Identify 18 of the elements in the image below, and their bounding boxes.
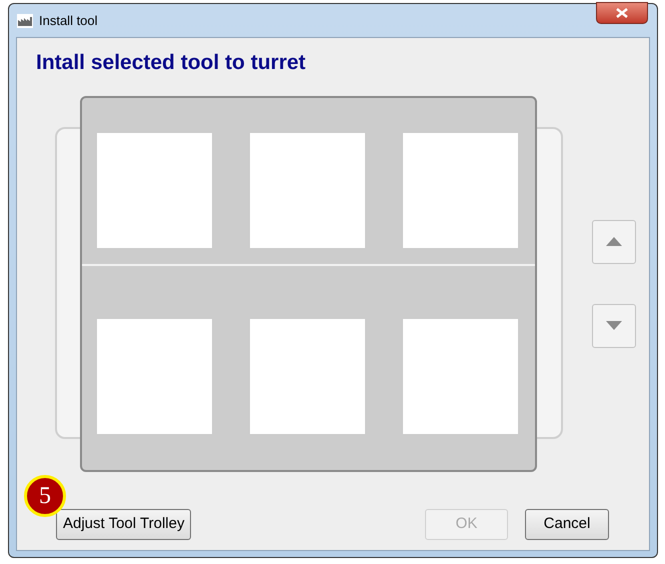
tool-slot[interactable] <box>97 133 212 248</box>
tool-slot[interactable] <box>250 319 365 434</box>
down-triangle-icon <box>606 321 622 330</box>
up-triangle-icon <box>606 237 622 246</box>
window-title: Install tool <box>39 12 98 30</box>
tool-slot[interactable] <box>403 319 518 434</box>
scroll-down-button[interactable] <box>592 304 636 348</box>
adjust-trolley-button[interactable]: Adjust Tool Trolley <box>56 508 192 540</box>
tool-slot[interactable] <box>403 133 518 248</box>
scroll-up-button[interactable] <box>592 220 636 264</box>
tool-slot[interactable] <box>250 133 365 248</box>
cancel-button[interactable]: Cancel <box>525 508 609 540</box>
close-button[interactable] <box>596 2 648 24</box>
app-icon <box>17 14 33 28</box>
step-badge: 5 <box>24 475 66 517</box>
close-icon <box>616 8 628 18</box>
tool-slot[interactable] <box>97 319 212 434</box>
dialog-heading: Intall selected tool to turret <box>36 50 307 76</box>
